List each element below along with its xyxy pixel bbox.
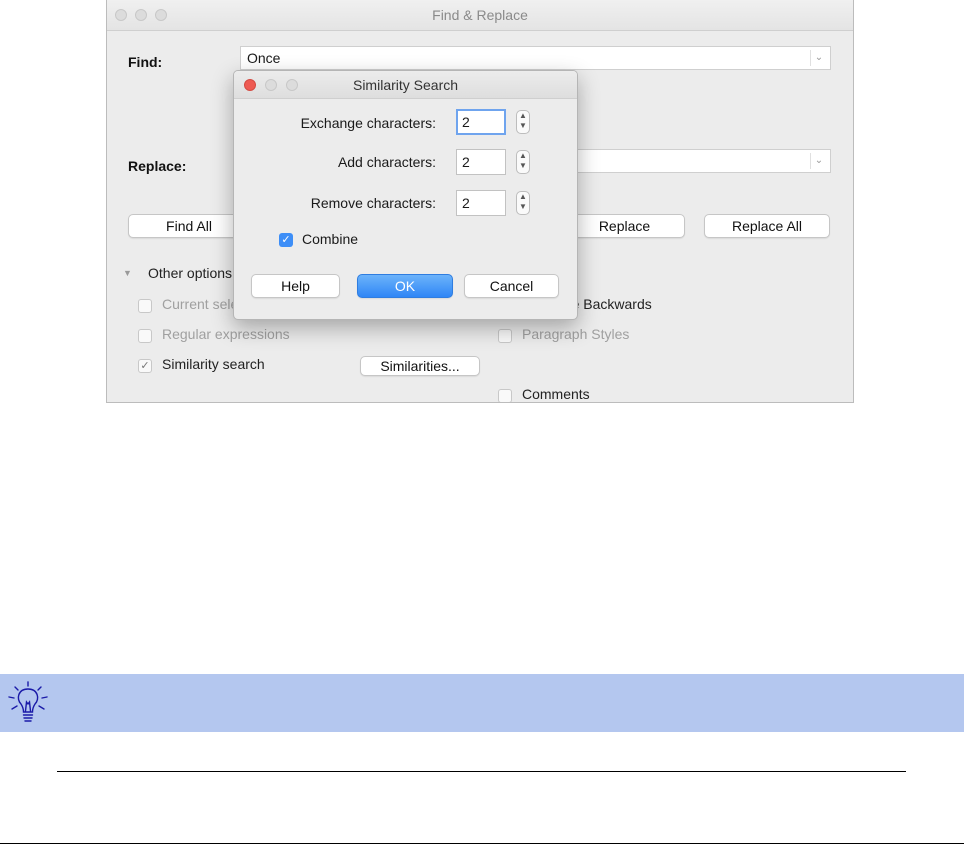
find-label: Find:: [128, 54, 163, 70]
exchange-characters-label: Exchange characters:: [300, 115, 436, 131]
dialog-title: Similarity Search: [352, 77, 459, 93]
window-title: Find & Replace: [432, 7, 528, 23]
replace-label: Replace:: [128, 158, 187, 174]
ok-button[interactable]: OK: [357, 274, 453, 298]
paragraph-styles-label: Paragraph Styles: [522, 326, 630, 342]
combine-label: Combine: [302, 231, 359, 247]
current-selection-checkbox[interactable]: [138, 299, 152, 313]
add-characters-label: Add characters:: [337, 154, 436, 170]
similarity-search-label: Similarity search: [162, 356, 265, 372]
exchange-stepper-icon[interactable]: ▲ ▼: [516, 110, 530, 134]
cancel-button[interactable]: Cancel: [464, 274, 559, 298]
combine-checkbox[interactable]: ✓: [279, 233, 293, 247]
tip-bar: [0, 674, 964, 732]
remove-stepper-icon[interactable]: ▲ ▼: [516, 191, 530, 215]
find-all-button[interactable]: Find All: [128, 214, 250, 238]
chevron-down-icon[interactable]: ⌄: [810, 153, 827, 169]
find-replace-titlebar: Find & Replace: [107, 0, 853, 31]
similarity-titlebar: Similarity Search: [234, 71, 577, 99]
lightbulb-icon: [8, 681, 48, 722]
chevron-down-icon[interactable]: ⌄: [810, 50, 827, 66]
help-button[interactable]: Help: [251, 274, 340, 298]
footnote-divider: [57, 771, 906, 772]
find-combobox[interactable]: Once ⌄: [240, 46, 831, 70]
exchange-characters-input[interactable]: 2: [456, 109, 506, 135]
paragraph-styles-checkbox[interactable]: [498, 329, 512, 343]
add-stepper-icon[interactable]: ▲ ▼: [516, 150, 530, 174]
find-value: Once: [247, 50, 281, 66]
regular-expressions-label: Regular expressions: [162, 326, 290, 342]
other-options-label[interactable]: Other options: [148, 265, 232, 281]
similarity-search-checkbox[interactable]: ✓: [138, 359, 152, 373]
similarity-search-dialog: Similarity Search Exchange characters: 2…: [233, 70, 578, 320]
similarities-button[interactable]: Similarities...: [360, 356, 480, 376]
comments-label: Comments: [522, 386, 590, 402]
remove-characters-label: Remove characters:: [310, 195, 436, 211]
regular-expressions-checkbox[interactable]: [138, 329, 152, 343]
remove-characters-input[interactable]: 2: [456, 190, 506, 216]
replace-button[interactable]: Replace: [564, 214, 685, 238]
disclosure-triangle-icon[interactable]: ▼: [123, 268, 132, 278]
replace-all-button[interactable]: Replace All: [704, 214, 830, 238]
comments-checkbox[interactable]: [498, 389, 512, 402]
add-characters-input[interactable]: 2: [456, 149, 506, 175]
